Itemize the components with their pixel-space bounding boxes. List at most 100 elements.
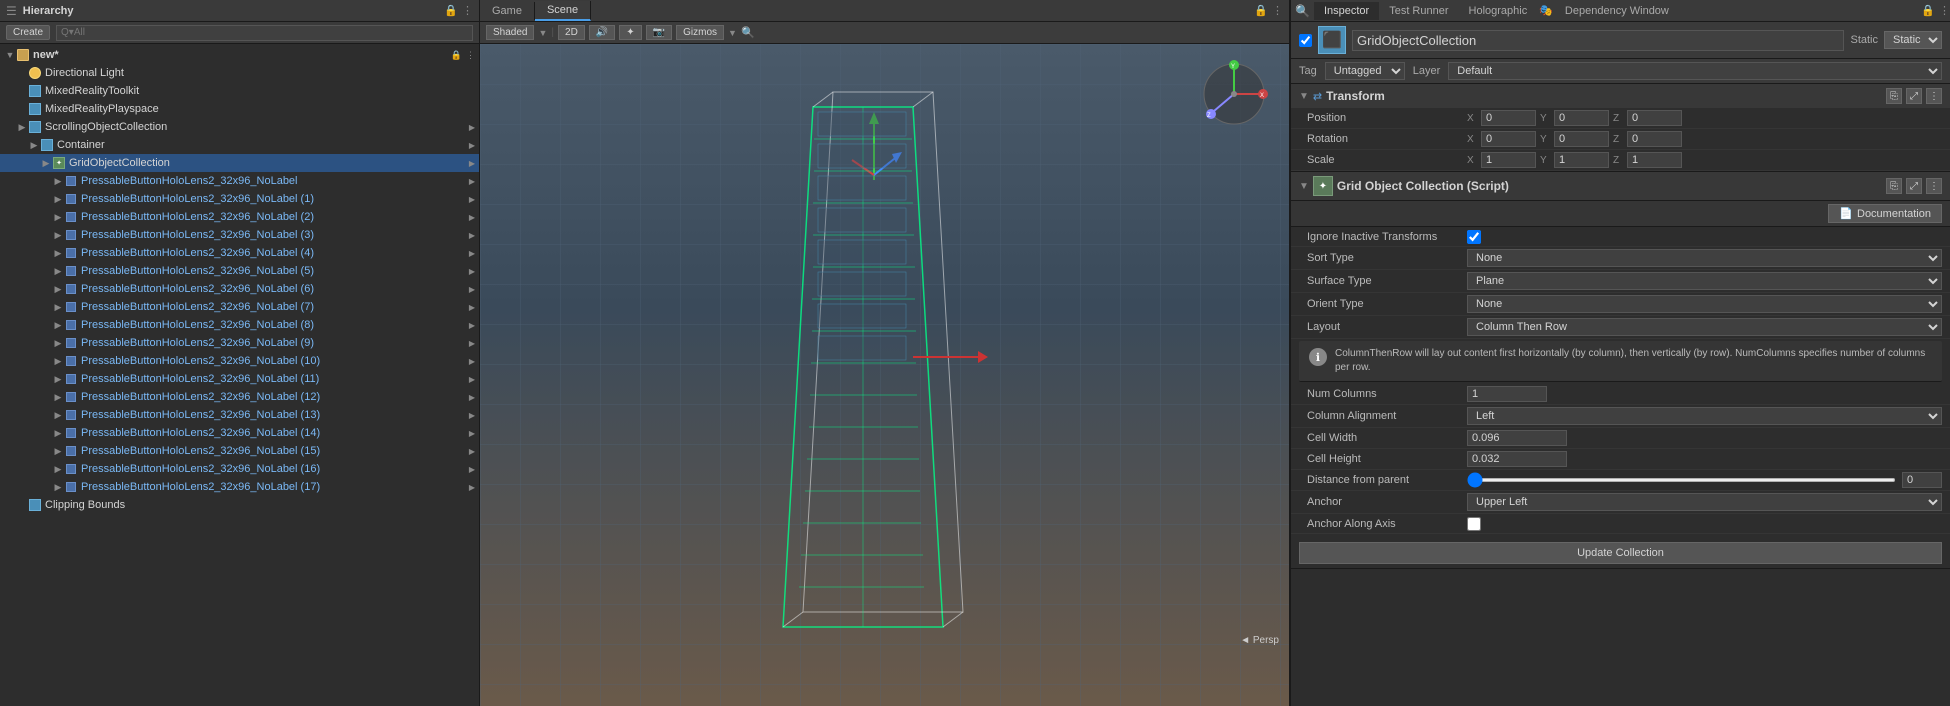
- orient-type-row: Orient Type None: [1291, 293, 1950, 316]
- gizmos-button[interactable]: Gizmos: [676, 25, 724, 40]
- transform-copy-icon[interactable]: ⎘: [1886, 88, 1902, 104]
- tree-item-btn7[interactable]: ▶PressableButtonHoloLens2_32x96_NoLabel …: [0, 298, 479, 316]
- static-dropdown[interactable]: Static: [1884, 31, 1942, 49]
- tab-holographic[interactable]: Holographic: [1459, 2, 1538, 20]
- object-active-checkbox[interactable]: [1299, 34, 1312, 47]
- cell-height-input[interactable]: [1467, 451, 1567, 467]
- cell-width-row: Cell Width: [1291, 428, 1950, 449]
- tree-item-btn2[interactable]: ▶PressableButtonHoloLens2_32x96_NoLabel …: [0, 208, 479, 226]
- layer-dropdown[interactable]: Default: [1448, 62, 1942, 80]
- script-header[interactable]: ▼ ✦ Grid Object Collection (Script) ⎘ ⤢ …: [1291, 172, 1950, 201]
- tree-arrow-btn17: ▶: [52, 482, 64, 493]
- script-expand-icon[interactable]: ⤢: [1906, 178, 1922, 194]
- tree-item-btn11[interactable]: ▶PressableButtonHoloLens2_32x96_NoLabel …: [0, 370, 479, 388]
- tag-dropdown[interactable]: Untagged: [1325, 62, 1405, 80]
- ignore-inactive-checkbox[interactable]: [1467, 230, 1481, 244]
- tree-item-btn13[interactable]: ▶PressableButtonHoloLens2_32x96_NoLabel …: [0, 406, 479, 424]
- scene-viewport[interactable]: Y X Z: [480, 44, 1289, 706]
- tree-item-btn16[interactable]: ▶PressableButtonHoloLens2_32x96_NoLabel …: [0, 460, 479, 478]
- anchor-along-axis-row: Anchor Along Axis: [1291, 514, 1950, 534]
- distance-slider[interactable]: [1467, 478, 1896, 482]
- anchor-along-axis-label: Anchor Along Axis: [1307, 518, 1467, 530]
- tree-icon-grid-object-collection: ✦: [52, 156, 66, 170]
- tree-icon-scrolling-object-collection: [28, 120, 42, 134]
- tree-item-btn3[interactable]: ▶PressableButtonHoloLens2_32x96_NoLabel …: [0, 226, 479, 244]
- num-columns-input[interactable]: [1467, 386, 1547, 402]
- scale-y-input[interactable]: [1554, 152, 1609, 168]
- tab-scene[interactable]: Scene: [535, 1, 591, 21]
- orient-type-dropdown[interactable]: None: [1467, 295, 1942, 313]
- transform-header[interactable]: ▼ ⇄ Transform ⎘ ⤢ ⋮: [1291, 84, 1950, 108]
- tree-item-btn6[interactable]: ▶PressableButtonHoloLens2_32x96_NoLabel …: [0, 280, 479, 298]
- tree-item-scrolling-object-collection[interactable]: ▶ScrollingObjectCollection▶: [0, 118, 479, 136]
- tree-item-btn12[interactable]: ▶PressableButtonHoloLens2_32x96_NoLabel …: [0, 388, 479, 406]
- camera-button[interactable]: 📷: [646, 25, 672, 40]
- anchor-dropdown[interactable]: Upper Left: [1467, 493, 1942, 511]
- tree-item-btn4[interactable]: ▶PressableButtonHoloLens2_32x96_NoLabel …: [0, 244, 479, 262]
- surface-type-value: Plane: [1467, 272, 1942, 290]
- tree-item-btn9[interactable]: ▶PressableButtonHoloLens2_32x96_NoLabel …: [0, 334, 479, 352]
- scale-x-input[interactable]: [1481, 152, 1536, 168]
- effects-button[interactable]: ✦: [619, 25, 641, 40]
- update-collection-button[interactable]: Update Collection: [1299, 542, 1942, 564]
- tree-arrow-scrolling-object-collection: ▶: [16, 122, 28, 133]
- tree-item-btn8[interactable]: ▶PressableButtonHoloLens2_32x96_NoLabel …: [0, 316, 479, 334]
- layer-label: Layer: [1413, 65, 1441, 77]
- transform-menu-icon[interactable]: ⋮: [1926, 88, 1942, 104]
- scene-root[interactable]: ▼ new* 🔒 ⋮: [0, 46, 479, 64]
- layout-dropdown[interactable]: Column Then Row: [1467, 318, 1942, 336]
- cell-width-input[interactable]: [1467, 430, 1567, 446]
- rotation-row: Rotation X Y Z: [1291, 129, 1950, 150]
- tree-icon-mixed-reality-playspace: [28, 102, 42, 116]
- position-x-input[interactable]: [1481, 110, 1536, 126]
- scale-row: Scale X Y Z: [1291, 150, 1950, 171]
- tab-inspector[interactable]: Inspector: [1314, 2, 1379, 20]
- script-copy-icon[interactable]: ⎘: [1886, 178, 1902, 194]
- rotation-x-input[interactable]: [1481, 131, 1536, 147]
- menu-icon: ⋮: [462, 4, 473, 17]
- transform-expand-icon[interactable]: ⤢: [1906, 88, 1922, 104]
- tree-item-clipping-bounds[interactable]: Clipping Bounds: [0, 496, 479, 514]
- tab-dependency-window[interactable]: Dependency Window: [1555, 2, 1679, 20]
- tree-label-grid-object-collection: GridObjectCollection: [69, 157, 469, 169]
- tree-item-btn15[interactable]: ▶PressableButtonHoloLens2_32x96_NoLabel …: [0, 442, 479, 460]
- tree-label-btn7: PressableButtonHoloLens2_32x96_NoLabel (…: [81, 301, 469, 313]
- position-z-input[interactable]: [1627, 110, 1682, 126]
- anchor-along-axis-checkbox[interactable]: [1467, 517, 1481, 531]
- column-alignment-dropdown[interactable]: Left: [1467, 407, 1942, 425]
- persp-label: ◄ Persp: [1240, 635, 1279, 646]
- tree-item-directional-light[interactable]: Directional Light: [0, 64, 479, 82]
- rotation-z-input[interactable]: [1627, 131, 1682, 147]
- tree-item-btn0[interactable]: ▶PressableButtonHoloLens2_32x96_NoLabel▶: [0, 172, 479, 190]
- scene-panel: Game Scene 🔒 ⋮ Shaded ▼ | 2D 🔊 ✦ 📷 Gizmo…: [480, 0, 1290, 706]
- tree-item-mixed-reality-playspace[interactable]: MixedRealityPlayspace: [0, 100, 479, 118]
- tab-test-runner[interactable]: Test Runner: [1379, 2, 1458, 20]
- tree-item-container[interactable]: ▶Container▶: [0, 136, 479, 154]
- documentation-button[interactable]: 📄 Documentation: [1828, 204, 1942, 223]
- tree-label-btn13: PressableButtonHoloLens2_32x96_NoLabel (…: [81, 409, 469, 421]
- tree-item-mixed-reality-toolkit[interactable]: MixedRealityToolkit: [0, 82, 479, 100]
- tab-game[interactable]: Game: [480, 2, 535, 20]
- tree-item-btn14[interactable]: ▶PressableButtonHoloLens2_32x96_NoLabel …: [0, 424, 479, 442]
- shaded-button[interactable]: Shaded: [486, 25, 534, 40]
- tree-item-grid-object-collection[interactable]: ▶✦GridObjectCollection▶: [0, 154, 479, 172]
- tree-item-btn17[interactable]: ▶PressableButtonHoloLens2_32x96_NoLabel …: [0, 478, 479, 496]
- hierarchy-search[interactable]: [56, 25, 473, 41]
- surface-type-dropdown[interactable]: Plane: [1467, 272, 1942, 290]
- tree-label-btn9: PressableButtonHoloLens2_32x96_NoLabel (…: [81, 337, 469, 349]
- audio-button[interactable]: 🔊: [589, 25, 615, 40]
- position-y-input[interactable]: [1554, 110, 1609, 126]
- scale-z-input[interactable]: [1627, 152, 1682, 168]
- tree-item-btn10[interactable]: ▶PressableButtonHoloLens2_32x96_NoLabel …: [0, 352, 479, 370]
- rotation-y-input[interactable]: [1554, 131, 1609, 147]
- tree-item-btn5[interactable]: ▶PressableButtonHoloLens2_32x96_NoLabel …: [0, 262, 479, 280]
- axis-widget: Y X Z: [1199, 59, 1269, 129]
- tree-item-btn1[interactable]: ▶PressableButtonHoloLens2_32x96_NoLabel …: [0, 190, 479, 208]
- 2d-button[interactable]: 2D: [558, 25, 585, 40]
- sort-type-dropdown[interactable]: None: [1467, 249, 1942, 267]
- distance-input[interactable]: [1902, 472, 1942, 488]
- create-button[interactable]: Create: [6, 25, 50, 40]
- script-menu-icon[interactable]: ⋮: [1926, 178, 1942, 194]
- object-name-field[interactable]: [1352, 30, 1844, 51]
- transform-icon: ⇄: [1313, 90, 1322, 103]
